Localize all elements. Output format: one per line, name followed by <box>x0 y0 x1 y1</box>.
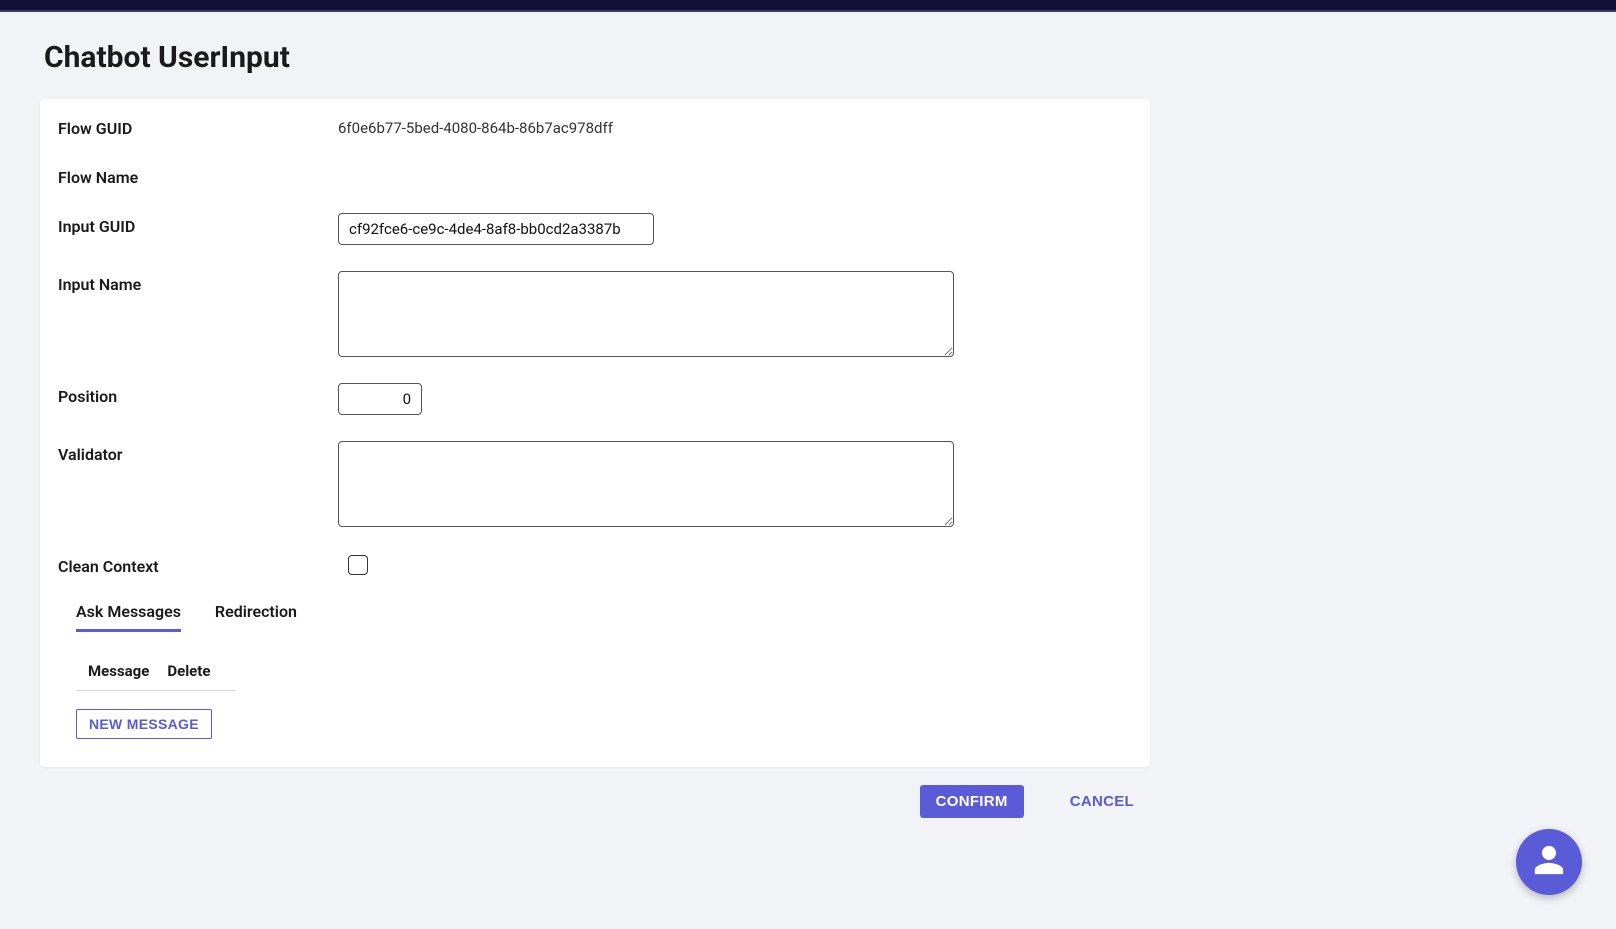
form-card: Flow GUID 6f0e6b77-5bed-4080-864b-86b7ac… <box>40 99 1150 767</box>
position-field[interactable] <box>338 383 422 415</box>
label-flow-name: Flow Name <box>58 164 338 187</box>
input-name-field[interactable] <box>338 271 954 357</box>
new-message-button[interactable]: NEW MESSAGE <box>76 709 212 739</box>
clean-context-checkbox[interactable] <box>348 555 368 575</box>
ask-messages-table-head: Message Delete <box>76 662 236 691</box>
col-message: Message <box>88 662 149 680</box>
value-flow-guid: 6f0e6b77-5bed-4080-864b-86b7ac978dff <box>338 115 613 137</box>
top-bar <box>0 0 1616 12</box>
tab-content-ask-messages: Message Delete NEW MESSAGE <box>58 632 1132 739</box>
cancel-button[interactable]: CANCEL <box>1054 785 1150 818</box>
action-bar: CONFIRM CANCEL <box>40 785 1150 818</box>
label-validator: Validator <box>58 441 338 464</box>
label-clean-context: Clean Context <box>58 553 338 576</box>
label-input-name: Input Name <box>58 271 338 294</box>
validator-field[interactable] <box>338 441 954 527</box>
person-icon <box>1532 843 1566 881</box>
tabs: Ask Messages Redirection <box>58 602 1132 632</box>
page-title: Chatbot UserInput <box>44 40 1576 75</box>
tab-ask-messages[interactable]: Ask Messages <box>76 602 181 632</box>
col-delete: Delete <box>167 662 210 680</box>
label-input-guid: Input GUID <box>58 213 338 236</box>
tab-redirection[interactable]: Redirection <box>215 602 297 632</box>
fab-person[interactable] <box>1516 829 1582 895</box>
label-flow-guid: Flow GUID <box>58 115 338 138</box>
confirm-button[interactable]: CONFIRM <box>920 785 1024 818</box>
input-guid-field[interactable] <box>338 213 654 245</box>
label-position: Position <box>58 383 338 406</box>
